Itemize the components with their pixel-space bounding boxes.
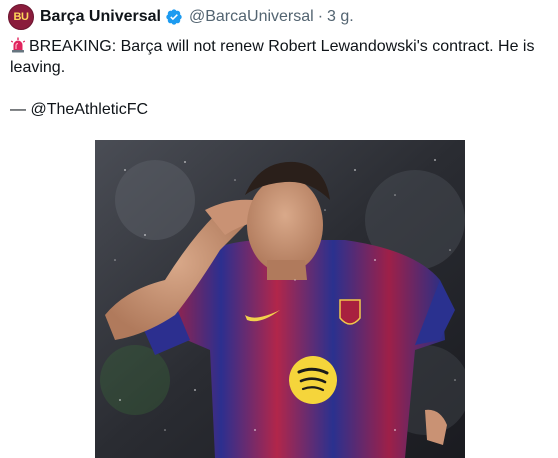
tweet-text: BREAKING: Barça will not renew Robert Le…	[10, 36, 552, 120]
author-display-name[interactable]: Barça Universal	[40, 8, 161, 26]
siren-emoji-icon	[10, 37, 26, 53]
tweet-text-line: BREAKING: Barça will not renew Robert Le…	[10, 36, 552, 78]
tweet-photo[interactable]	[95, 140, 465, 458]
tweet-header: BU Barça Universal @BarcaUniversal · 3 g…	[8, 4, 354, 30]
avatar[interactable]: BU	[8, 4, 34, 30]
tweet-source-credit[interactable]: — @TheAthleticFC	[10, 99, 552, 120]
author-handle[interactable]: @BarcaUniversal	[189, 8, 314, 26]
tweet-timestamp[interactable]: 3 g.	[327, 8, 354, 26]
separator-dot: ·	[317, 8, 324, 25]
photo-image-icon	[95, 140, 465, 458]
tweet-text-content: BREAKING: Barça will not renew Robert Le…	[10, 38, 535, 76]
verified-badge-icon	[166, 9, 182, 25]
tweet-card[interactable]: BU Barça Universal @BarcaUniversal · 3 g…	[0, 0, 558, 458]
